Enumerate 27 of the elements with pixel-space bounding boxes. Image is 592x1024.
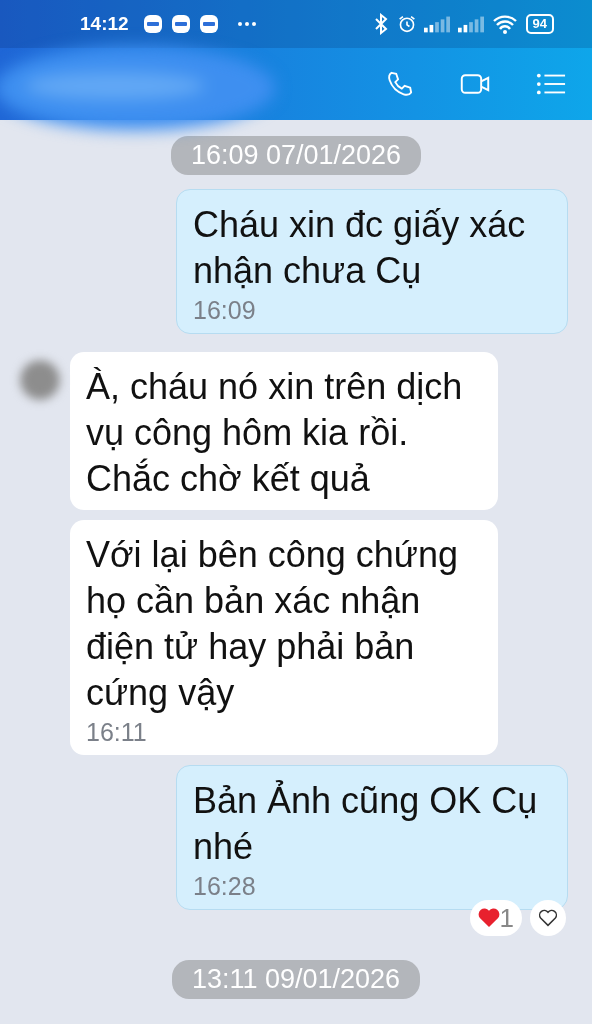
app-notification-icon xyxy=(170,14,191,34)
alarm-icon xyxy=(397,13,416,35)
message-text: À, cháu nó xin trên dịch vụ công hôm kia rồi. Chắc chờ kết quả xyxy=(86,365,464,501)
date-separator: 16:09 07/01/2026 xyxy=(170,136,422,175)
message-time: 16:28 xyxy=(193,872,257,901)
reaction-badge[interactable]: 1 xyxy=(469,900,522,936)
message-bubble[interactable]: À, cháu nó xin trên dịch vụ công hôm kia rồi. Chắc chờ kết quả xyxy=(70,352,498,510)
message-text: Cháu xin đc giấy xác nhận chưa Cụ xyxy=(193,203,527,293)
message-time: 16:11 xyxy=(86,718,148,747)
wifi-icon xyxy=(491,13,518,35)
message-time: 16:09 xyxy=(193,296,257,325)
date-separator: 13:11 09/01/2026 xyxy=(171,960,421,999)
more-notifications-icon xyxy=(236,21,257,27)
message-text: Bản Ảnh cũng OK Cụ nhé xyxy=(193,779,539,869)
message-bubble[interactable]: Với lại bên công chứng họ cần bản xác nhận điện tử hay phải bản cứng vậy 16:11 xyxy=(70,520,498,755)
app-notification-icon xyxy=(198,14,219,34)
heart-icon xyxy=(477,908,500,928)
signal-icon xyxy=(457,15,484,33)
heart-outline-icon xyxy=(538,909,558,927)
message-bubble[interactable]: Bản Ảnh cũng OK Cụ nhé 16:28 xyxy=(176,765,568,910)
react-button[interactable] xyxy=(530,900,566,936)
signal-icon xyxy=(423,15,450,33)
app-notification-icon xyxy=(142,14,163,34)
status-time: 14:12 xyxy=(80,13,129,35)
message-text: Với lại bên công chứng họ cần bản xác nhận điện tử hay phải bản cứng vậy xyxy=(86,533,459,715)
battery-indicator: 94 xyxy=(525,14,554,34)
message-bubble[interactable]: Cháu xin đc giấy xác nhận chưa Cụ 16:09 xyxy=(176,189,568,334)
